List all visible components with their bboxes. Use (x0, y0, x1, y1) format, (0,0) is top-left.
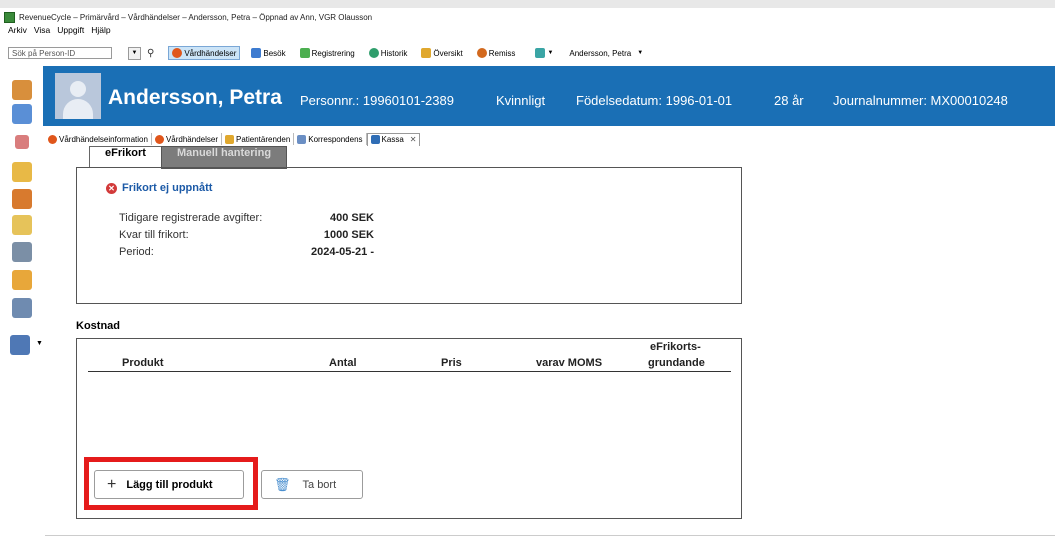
frikort-value-period: 2024-05-21 - (311, 246, 374, 258)
frikort-label-avgifter: Tidigare registrerade avgifter: (119, 212, 263, 224)
tab-vardhandelser[interactable]: Vårdhändelser (152, 133, 222, 145)
search-dropdown-button[interactable]: ▼ (128, 46, 141, 60)
registrering-icon (299, 48, 310, 58)
frikort-label-kvar: Kvar till frikort: (119, 229, 189, 241)
kostnad-title: Kostnad (76, 320, 120, 332)
menu-visa[interactable]: Visa (34, 25, 50, 35)
subtab-manuell-hantering[interactable]: Manuell hantering (161, 146, 287, 169)
toolbar-button-oversikt[interactable]: Översikt (418, 47, 465, 59)
trash-icon: 🗑 (274, 476, 291, 492)
avatar (55, 73, 101, 119)
sidebar-document-icon[interactable] (12, 162, 32, 182)
sidebar-calendar-icon[interactable] (12, 104, 32, 124)
frikort-value-kvar: 1000 SEK (323, 229, 374, 241)
column-antal: Antal (329, 357, 357, 369)
column-efrikort-line2: grundande (648, 357, 705, 369)
toolbar-button-historik[interactable]: Historik (366, 47, 411, 59)
patient-name: Andersson, Petra (108, 86, 282, 109)
window-top-strip (0, 0, 1055, 8)
toolbar-button-vardhandelser[interactable]: Vårdhändelser (168, 46, 241, 60)
oversikt-icon (421, 48, 432, 58)
subtab-efrikort[interactable]: eFrikort (89, 146, 162, 168)
remiss-icon (476, 48, 487, 58)
sidebar-clipboard-icon[interactable] (12, 270, 32, 290)
sidebar-note-icon[interactable] (15, 135, 29, 149)
tab-vardhandelseinformation[interactable]: Vårdhändelseinformation (45, 133, 152, 145)
sidebar-person-icon[interactable] (12, 80, 32, 100)
besok-icon (251, 48, 262, 58)
close-icon[interactable]: ✕ (410, 135, 417, 144)
frikort-value-avgifter: 400 SEK (329, 212, 374, 224)
menu-hjalp[interactable]: Hjälp (91, 25, 110, 35)
column-efrikort-line1: eFrikorts- (650, 341, 701, 353)
patient-personnr: Personnr.: 19960101-2389 (300, 93, 454, 108)
menu-bar: Arkiv Visa Uppgift Hjälp (8, 25, 111, 35)
add-product-button[interactable]: + Lägg till produkt (94, 470, 244, 499)
column-varav-moms: varav MOMS (536, 357, 603, 369)
search-icon[interactable]: ⚲ (147, 48, 154, 59)
column-pris: Pris (441, 357, 462, 369)
column-produkt: Produkt (122, 357, 164, 369)
vardhandelser-icon (154, 134, 164, 144)
remove-button[interactable]: 🗑 Ta bort (261, 470, 363, 499)
folder-icon (225, 134, 234, 144)
vardhandelser-icon (172, 48, 183, 58)
frikort-label-period: Period: (119, 246, 154, 258)
bottom-divider (45, 535, 1055, 536)
tab-korrespondens[interactable]: Korrespondens (294, 133, 367, 145)
error-icon: ✕ (106, 182, 117, 194)
tab-kassa[interactable]: Kassa ✕ (366, 132, 421, 146)
kassa-icon (370, 135, 380, 144)
window-titlebar: RevenueCycle – Primärvård – Vårdhändelse… (0, 10, 372, 24)
sidebar-mail-icon[interactable] (12, 215, 32, 235)
chevron-down-icon: ▼ (547, 50, 554, 56)
user-menu[interactable]: Andersson, Petra ▼ (566, 48, 646, 59)
chevron-down-icon: ▼ (637, 50, 644, 56)
person-id-search-input[interactable]: Sök på Person-ID (8, 47, 112, 59)
document-tabs: Vårdhändelseinformation Vårdhändelser Pa… (45, 132, 421, 146)
sidebar-schedule-icon[interactable] (12, 298, 32, 318)
app-icon (4, 11, 15, 23)
info-icon (48, 134, 57, 144)
plus-icon: + (107, 475, 117, 493)
toolbar: Sök på Person-ID ▼ ⚲ Vårdhändelser Besök… (8, 45, 646, 61)
chevron-down-icon[interactable]: ▼ (36, 340, 43, 347)
table-header-divider (88, 371, 731, 372)
toolbar-button-remiss[interactable]: Remiss (474, 47, 519, 59)
mail-icon (297, 134, 307, 144)
toolbar-button-besok[interactable]: Besök (248, 47, 288, 59)
tab-patientarenden[interactable]: Patientärenden (222, 133, 295, 145)
window-title: RevenueCycle – Primärvård – Vårdhändelse… (19, 12, 373, 22)
patient-birthdate: Födelsedatum: 1996-01-01 (576, 93, 733, 108)
sidebar-grid-icon[interactable] (10, 335, 30, 355)
patient-gender: Kvinnligt (496, 93, 546, 108)
toolbar-extra-dropdown[interactable]: ▼ (532, 47, 556, 59)
patient-journal-number: Journalnummer: MX00010248 (833, 93, 1008, 108)
historik-icon (368, 48, 379, 58)
sidebar-patients-icon[interactable] (12, 189, 32, 209)
patient-age: 28 år (774, 93, 804, 108)
menu-uppgift[interactable]: Uppgift (57, 25, 84, 35)
sidebar-phone-icon[interactable] (12, 242, 32, 262)
menu-arkiv[interactable]: Arkiv (8, 25, 27, 35)
window-switch-icon (535, 48, 546, 58)
frikort-status: ✕ Frikort ej uppnått (106, 182, 212, 194)
toolbar-button-registrering[interactable]: Registrering (297, 47, 358, 59)
